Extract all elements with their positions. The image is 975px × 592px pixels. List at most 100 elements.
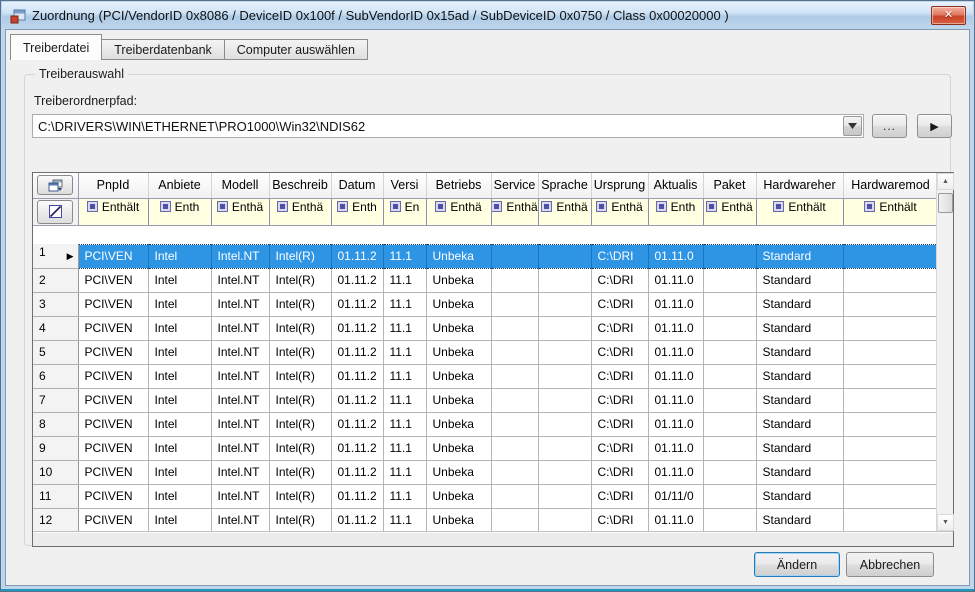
grid-cell[interactable]: [703, 484, 756, 508]
grid-cell[interactable]: [538, 460, 591, 484]
grid-cell[interactable]: Intel.NT: [211, 508, 269, 532]
grid-cell[interactable]: 01.11.0: [648, 388, 703, 412]
grid-cell[interactable]: 01.11.2: [331, 268, 383, 292]
grid-cell[interactable]: Unbeka: [426, 244, 491, 268]
grid-cell[interactable]: Intel.NT: [211, 340, 269, 364]
table-row[interactable]: 1▶PCI\VENIntelIntel.NTIntel(R)01.11.211.…: [33, 244, 938, 268]
table-row[interactable]: 3PCI\VENIntelIntel.NTIntel(R)01.11.211.1…: [33, 292, 938, 316]
grid-cell[interactable]: C:\DRI: [591, 268, 648, 292]
grid-cell[interactable]: [703, 364, 756, 388]
column-header-6[interactable]: Betriebs: [426, 173, 491, 198]
grid-cell[interactable]: [843, 508, 938, 532]
filter-cell-0[interactable]: Enthält: [78, 198, 148, 215]
grid-cell[interactable]: Standard: [756, 316, 843, 340]
grid-cell[interactable]: 01.11.2: [331, 436, 383, 460]
grid-cell[interactable]: 11.1: [383, 244, 426, 268]
grid-cell[interactable]: [491, 268, 538, 292]
grid-cell[interactable]: 11.1: [383, 292, 426, 316]
column-header-2[interactable]: Modell: [211, 173, 269, 198]
filter-mode-icon[interactable]: [277, 201, 288, 212]
grid-cell[interactable]: PCI\VEN: [78, 268, 148, 292]
column-header-10[interactable]: Aktualis: [648, 173, 703, 198]
grid-cell[interactable]: [538, 316, 591, 340]
grid-cell[interactable]: [703, 436, 756, 460]
grid-cell[interactable]: Unbeka: [426, 508, 491, 532]
cancel-button[interactable]: Abbrechen: [846, 552, 934, 577]
grid-cell[interactable]: PCI\VEN: [78, 412, 148, 436]
grid-cell[interactable]: Intel(R): [269, 268, 331, 292]
filter-input-13[interactable]: [843, 215, 938, 225]
grid-cell[interactable]: Intel.NT: [211, 460, 269, 484]
grid-cell[interactable]: Standard: [756, 412, 843, 436]
row-header[interactable]: 12: [33, 508, 78, 532]
grid-cell[interactable]: 01.11.2: [331, 484, 383, 508]
grid-cell[interactable]: Intel(R): [269, 388, 331, 412]
grid-cell[interactable]: Intel: [148, 244, 211, 268]
grid-cell[interactable]: Standard: [756, 340, 843, 364]
grid-cell[interactable]: [703, 316, 756, 340]
filter-cell-3[interactable]: Enthä: [269, 198, 331, 215]
filter-mode-icon[interactable]: [864, 201, 875, 212]
grid-cell[interactable]: [538, 484, 591, 508]
grid-cell[interactable]: [538, 412, 591, 436]
grid-cell[interactable]: 01.11.2: [331, 340, 383, 364]
change-button[interactable]: Ändern: [754, 552, 840, 577]
grid-cell[interactable]: Unbeka: [426, 412, 491, 436]
grid-cell[interactable]: C:\DRI: [591, 364, 648, 388]
grid-cell[interactable]: 01.11.0: [648, 412, 703, 436]
grid-cell[interactable]: Intel: [148, 460, 211, 484]
grid-cell[interactable]: 01.11.2: [331, 364, 383, 388]
filter-input-12[interactable]: [756, 215, 843, 225]
grid-cell[interactable]: [843, 436, 938, 460]
grid-cell[interactable]: [491, 292, 538, 316]
table-row[interactable]: 4PCI\VENIntelIntel.NTIntel(R)01.11.211.1…: [33, 316, 938, 340]
grid-cell[interactable]: Standard: [756, 244, 843, 268]
grid-cell[interactable]: 01.11.0: [648, 364, 703, 388]
filter-input-5[interactable]: [383, 215, 426, 225]
column-header-7[interactable]: Service: [491, 173, 538, 198]
table-row[interactable]: 2PCI\VENIntelIntel.NTIntel(R)01.11.211.1…: [33, 268, 938, 292]
grid-cell[interactable]: [843, 412, 938, 436]
row-header[interactable]: 2: [33, 268, 78, 292]
filter-cell-4[interactable]: Enth: [331, 198, 383, 215]
row-header[interactable]: 7: [33, 388, 78, 412]
grid-cell[interactable]: PCI\VEN: [78, 484, 148, 508]
grid-cell[interactable]: 01.11.2: [331, 388, 383, 412]
grid-cell[interactable]: Intel.NT: [211, 244, 269, 268]
table-row[interactable]: 9PCI\VENIntelIntel.NTIntel(R)01.11.211.1…: [33, 436, 938, 460]
grid-cell[interactable]: Intel.NT: [211, 436, 269, 460]
close-button[interactable]: ✕: [931, 6, 966, 25]
grid-cell[interactable]: [491, 364, 538, 388]
grid-cell[interactable]: Standard: [756, 268, 843, 292]
grid-cell[interactable]: Standard: [756, 436, 843, 460]
grid-cell[interactable]: 01.11.0: [648, 316, 703, 340]
filter-mode-icon[interactable]: [87, 201, 98, 212]
grid-cell[interactable]: PCI\VEN: [78, 508, 148, 532]
grid-cell[interactable]: [843, 364, 938, 388]
grid-cell[interactable]: C:\DRI: [591, 436, 648, 460]
grid-cell[interactable]: [538, 508, 591, 532]
grid-cell[interactable]: C:\DRI: [591, 484, 648, 508]
grid-cell[interactable]: [491, 460, 538, 484]
grid-cell[interactable]: Unbeka: [426, 316, 491, 340]
filter-mode-icon[interactable]: [596, 201, 607, 212]
grid-cell[interactable]: [491, 244, 538, 268]
grid-cell[interactable]: Intel: [148, 508, 211, 532]
grid-cell[interactable]: 11.1: [383, 364, 426, 388]
row-header[interactable]: 3: [33, 292, 78, 316]
grid-cell[interactable]: [491, 436, 538, 460]
grid-cell[interactable]: Intel: [148, 412, 211, 436]
filter-cell-10[interactable]: Enth: [648, 198, 703, 215]
grid-cell[interactable]: C:\DRI: [591, 508, 648, 532]
filter-input-7[interactable]: [491, 215, 538, 225]
grid-cell[interactable]: [843, 316, 938, 340]
grid-cell[interactable]: Intel: [148, 316, 211, 340]
grid-cell[interactable]: C:\DRI: [591, 244, 648, 268]
filter-cell-11[interactable]: Enthä: [703, 198, 756, 215]
grid-cell[interactable]: Intel: [148, 484, 211, 508]
grid-cell[interactable]: Unbeka: [426, 460, 491, 484]
grid-cell[interactable]: Unbeka: [426, 292, 491, 316]
column-header-5[interactable]: Versi: [383, 173, 426, 198]
grid-cell[interactable]: Standard: [756, 484, 843, 508]
grid-cell[interactable]: Intel(R): [269, 436, 331, 460]
